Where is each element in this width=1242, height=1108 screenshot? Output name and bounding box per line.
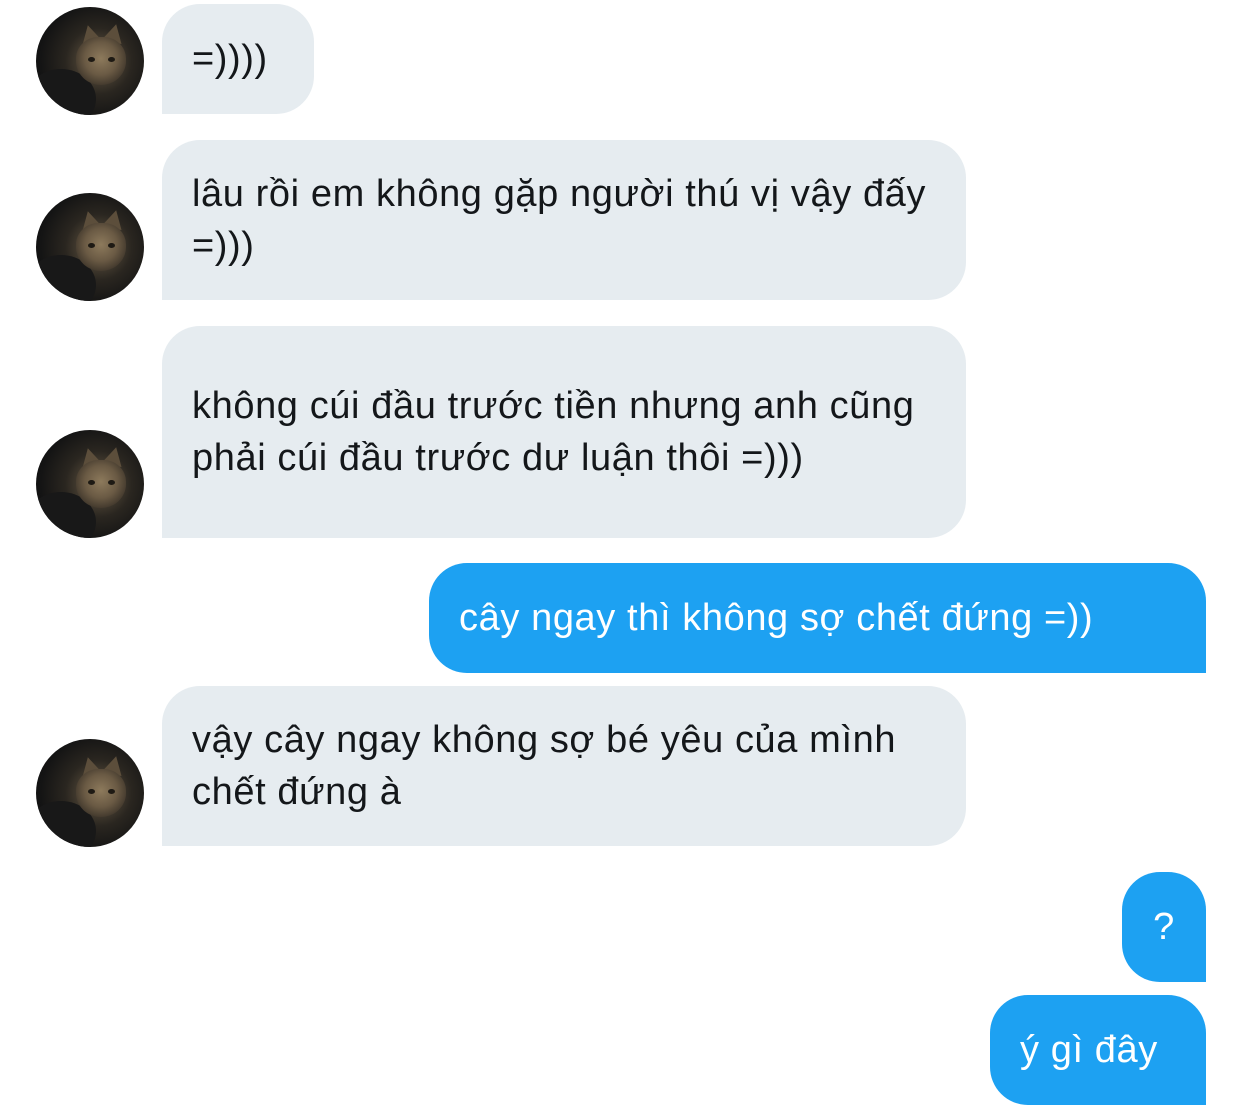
contact-avatar[interactable] [36, 7, 144, 115]
message-text: cây ngay thì không sợ chết đứng =)) [459, 597, 1094, 639]
message-text: ý gì đây [1020, 1029, 1158, 1071]
message-text: lâu rồi em không gặp người thú vị vậy đấ… [192, 173, 927, 267]
contact-avatar[interactable] [36, 430, 144, 538]
cat-eye-icon [108, 243, 115, 248]
cat-eye-icon [108, 57, 115, 62]
cat-eye-icon [88, 789, 95, 794]
message-bubble-incoming[interactable]: vậy cây ngay không sợ bé yêu của mình ch… [162, 686, 966, 846]
cat-face-icon [76, 769, 126, 817]
cat-eye-icon [108, 789, 115, 794]
message-text: ? [1153, 906, 1175, 948]
cat-eye-icon [88, 57, 95, 62]
message-bubble-outgoing[interactable]: ? [1122, 872, 1206, 982]
message-bubble-incoming[interactable]: lâu rồi em không gặp người thú vị vậy đấ… [162, 140, 966, 300]
message-bubble-outgoing[interactable]: cây ngay thì không sợ chết đứng =)) [429, 563, 1206, 673]
message-text: =)))) [192, 38, 268, 80]
contact-avatar[interactable] [36, 739, 144, 847]
cat-face-icon [76, 223, 126, 271]
message-bubble-outgoing[interactable]: ý gì đây [990, 995, 1206, 1105]
message-text: không cúi đầu trước tiền nhưng anh cũng … [192, 385, 915, 479]
message-text: vậy cây ngay không sợ bé yêu của mình ch… [192, 719, 897, 813]
cat-face-icon [76, 460, 126, 508]
cat-face-icon [76, 37, 126, 85]
message-bubble-incoming[interactable]: =)))) [162, 4, 314, 114]
conversation-thread: =)))) lâu rồi em không gặp người thú vị … [0, 0, 1242, 1108]
contact-avatar[interactable] [36, 193, 144, 301]
cat-eye-icon [108, 480, 115, 485]
cat-eye-icon [88, 480, 95, 485]
message-bubble-incoming[interactable]: không cúi đầu trước tiền nhưng anh cũng … [162, 326, 966, 538]
cat-eye-icon [88, 243, 95, 248]
